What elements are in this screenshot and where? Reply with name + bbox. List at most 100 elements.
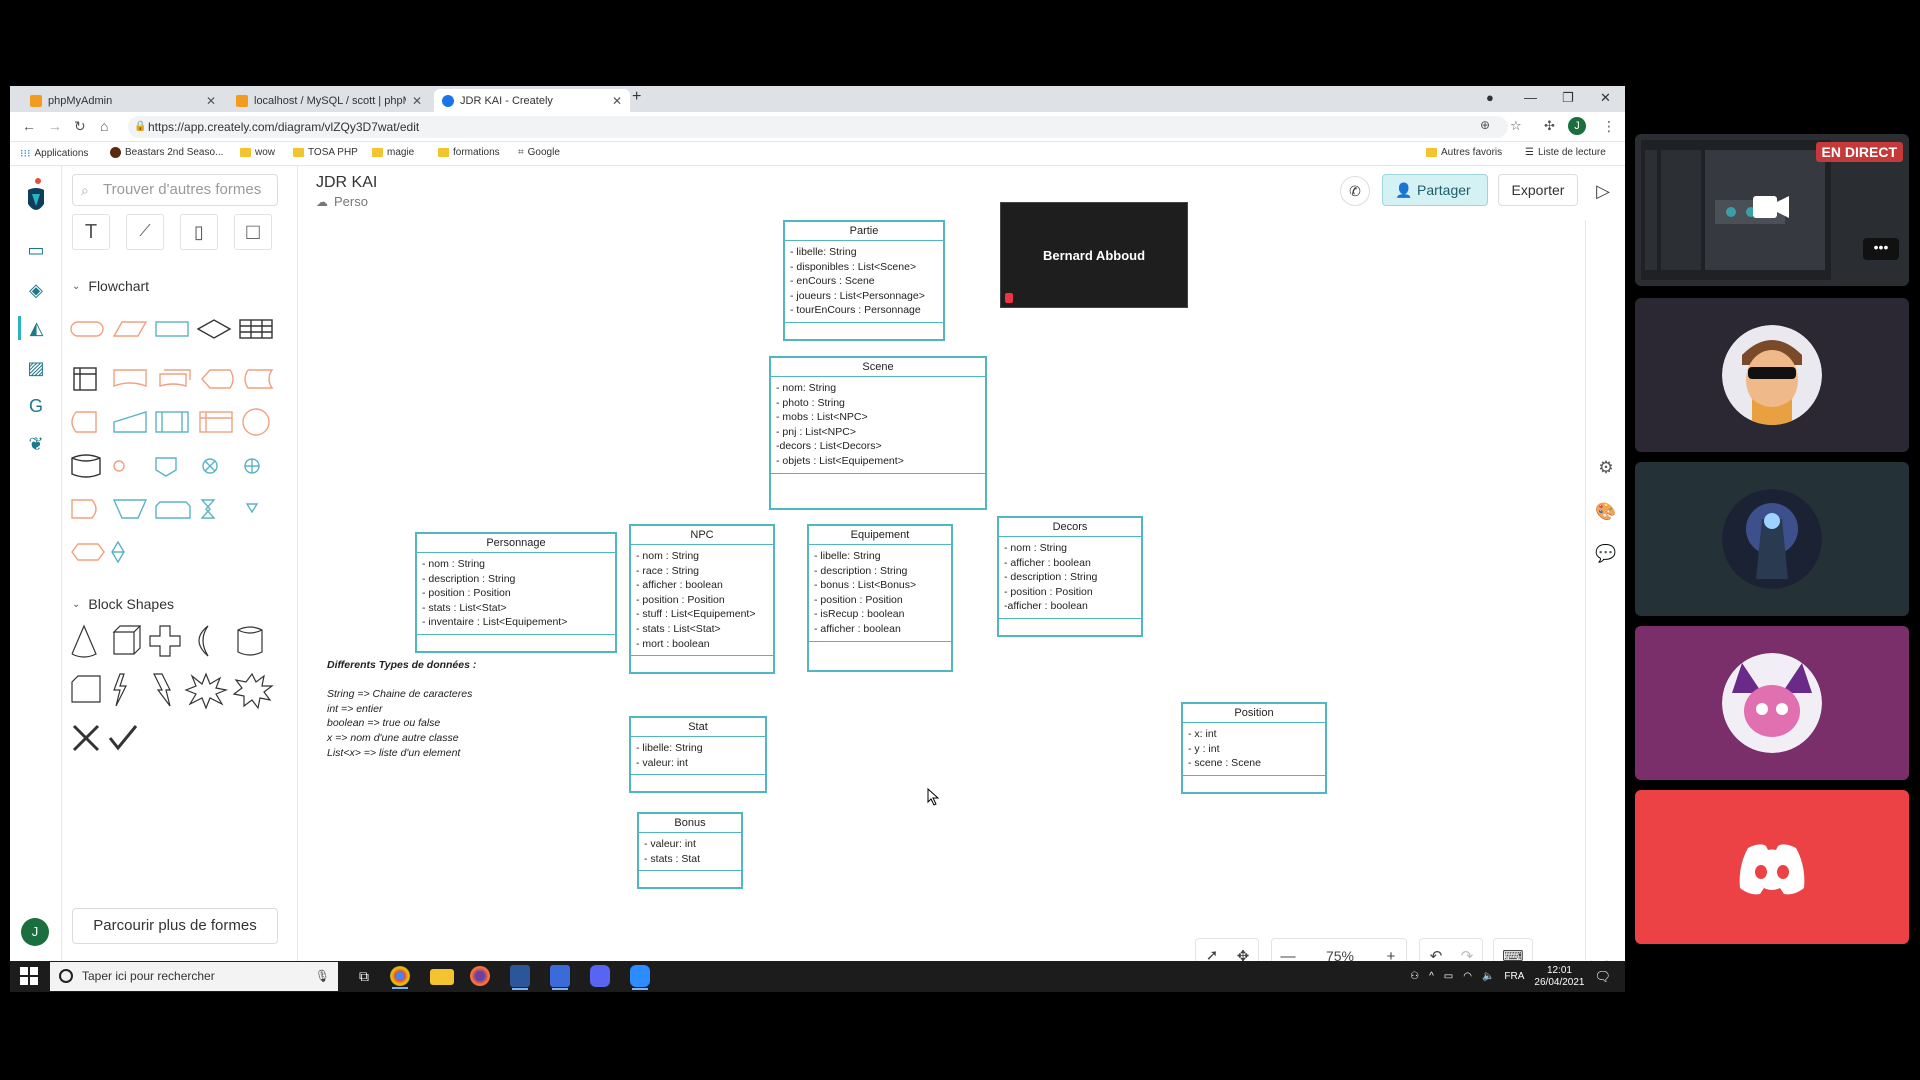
layers-icon[interactable]: ◈: [24, 278, 48, 302]
document-folder[interactable]: ☁ Perso: [316, 194, 368, 209]
word-app-icon[interactable]: [510, 965, 530, 990]
taskbar-search-input[interactable]: Taper ici pour rechercher 🎙: [50, 962, 338, 991]
menu-icon[interactable]: ⋮: [1602, 118, 1616, 135]
uml-class-position[interactable]: Position - x: int - y : int - scene : Sc…: [1181, 702, 1327, 794]
user-avatar[interactable]: J: [21, 918, 49, 946]
uml-class-scene[interactable]: Scene - nom: String - photo : String - m…: [769, 356, 987, 510]
home-icon[interactable]: ⌂: [100, 118, 108, 134]
language-indicator[interactable]: FRA: [1504, 971, 1524, 982]
uml-class-npc[interactable]: NPC - nom : String - race : String - aff…: [629, 524, 775, 675]
bookmark-wow[interactable]: wow: [240, 147, 275, 158]
uml-class-equipement[interactable]: Equipement - libelle: String - descripti…: [807, 524, 953, 672]
clock[interactable]: 12:01 26/04/2021: [1534, 965, 1584, 989]
note-tool-button[interactable]: ▯: [180, 214, 218, 250]
export-button[interactable]: Exporter: [1498, 174, 1578, 206]
document-title[interactable]: JDR KAI: [316, 174, 377, 192]
keyboard-shortcuts-icon[interactable]: ⌨: [1493, 938, 1533, 961]
maximize-icon[interactable]: ❐: [1562, 90, 1574, 106]
url-field[interactable]: 🔒 https://app.creately.com/diagram/vlZQy…: [128, 116, 1508, 138]
star-icon[interactable]: ☆: [1510, 118, 1522, 134]
integrations-icon[interactable]: G: [24, 394, 48, 418]
present-play-icon[interactable]: ▷: [1588, 176, 1618, 206]
participant-tile-4[interactable]: [1635, 790, 1909, 944]
zoom-out-icon[interactable]: —: [1272, 948, 1304, 962]
tab-creately[interactable]: JDR KAI - Creately ✕: [434, 89, 630, 112]
flowchart-shapes-grid[interactable]: [70, 306, 292, 586]
undo-icon[interactable]: ↶: [1420, 947, 1452, 961]
diagram-canvas[interactable]: Partie - libelle: String - disponibles :…: [299, 220, 1623, 962]
participant-tile-3[interactable]: [1635, 626, 1909, 780]
more-options-icon[interactable]: •••: [1863, 238, 1899, 260]
comments-icon[interactable]: 💬: [1594, 542, 1618, 566]
bookmark-applications[interactable]: ⁝⁝⁝ Applications: [20, 147, 88, 160]
share-button[interactable]: 👤 Partager: [1382, 174, 1488, 206]
templates-icon[interactable]: ❦: [24, 432, 48, 456]
microphone-icon[interactable]: 🎙: [315, 962, 330, 991]
call-button[interactable]: ✆: [1340, 176, 1370, 206]
uml-class-personnage[interactable]: Personnage - nom : String - description …: [415, 532, 617, 653]
reload-icon[interactable]: ↻: [74, 118, 86, 135]
battery-icon[interactable]: ▭: [1444, 971, 1453, 982]
uml-class-partie[interactable]: Partie - libelle: String - disponibles :…: [783, 220, 945, 341]
bookmark-liste-lecture[interactable]: ☰ Liste de lecture: [1525, 147, 1606, 158]
uml-class-bonus[interactable]: Bonus - valeur: int - stats : Stat: [637, 812, 743, 890]
forward-icon[interactable]: →: [48, 118, 62, 134]
flowchart-section-header[interactable]: ⌄ Flowchart: [72, 278, 149, 294]
extensions-icon[interactable]: ✣: [1544, 118, 1555, 134]
video-call-tile[interactable]: Bernard Abboud: [1000, 202, 1188, 308]
uml-class-decors[interactable]: Decors - nom : String - afficher : boole…: [997, 516, 1143, 637]
task-view-icon[interactable]: ⧉: [352, 965, 376, 987]
close-window-icon[interactable]: ✕: [1600, 90, 1611, 106]
firefox-app-icon[interactable]: [470, 966, 490, 986]
block-shapes-grid[interactable]: [70, 618, 292, 768]
zoom-app-icon[interactable]: [630, 965, 650, 990]
redo-icon[interactable]: ↷: [1452, 947, 1482, 961]
shape-search-input[interactable]: ⌕ Trouver d'autres formes: [72, 174, 278, 206]
bookmark-tosa-php[interactable]: TOSA PHP: [293, 147, 358, 158]
text-tool-button[interactable]: T: [72, 214, 110, 250]
folder-icon[interactable]: ▭: [24, 238, 48, 262]
rectangle-tool-button[interactable]: □: [234, 214, 272, 250]
close-tab-icon[interactable]: ✕: [412, 94, 422, 108]
zoom-icon[interactable]: ⊕: [1480, 118, 1490, 132]
zoom-in-icon[interactable]: +: [1376, 948, 1406, 962]
shape-settings-icon[interactable]: ⚙: [1594, 456, 1618, 480]
select-tool-icon[interactable]: ➚: [1196, 939, 1228, 961]
calculator-app-icon[interactable]: [550, 965, 570, 990]
file-explorer-app-icon[interactable]: [430, 969, 454, 985]
bookmark-beastars[interactable]: Beastars 2nd Seaso...: [110, 147, 223, 158]
tab-mysql[interactable]: localhost / MySQL / scott | phpM ✕: [228, 89, 430, 112]
new-tab-icon[interactable]: +: [632, 88, 641, 106]
close-tab-icon[interactable]: ✕: [612, 94, 622, 108]
close-tab-icon[interactable]: ✕: [206, 94, 216, 108]
record-icon[interactable]: ●: [1486, 90, 1494, 105]
windows-start-icon[interactable]: [20, 967, 38, 985]
bookmark-google[interactable]: ⌗ Google: [518, 147, 560, 158]
volume-icon[interactable]: 🔈: [1482, 971, 1494, 982]
browse-more-shapes-button[interactable]: Parcourir plus de formes: [72, 908, 278, 944]
data-types-legend[interactable]: Differents Types de données : String => …: [327, 658, 476, 760]
minimize-icon[interactable]: —: [1524, 90, 1537, 105]
bookmark-formations[interactable]: formations: [438, 147, 500, 158]
network-icon[interactable]: ◠: [1463, 971, 1472, 982]
profile-avatar[interactable]: J: [1568, 117, 1586, 135]
theme-palette-icon[interactable]: 🎨: [1594, 500, 1618, 524]
discord-app-icon[interactable]: [590, 965, 610, 987]
bookmark-autres-favoris[interactable]: Autres favoris: [1426, 147, 1502, 158]
zoom-level[interactable]: 75%: [1304, 948, 1376, 961]
shapes-icon[interactable]: ◭: [18, 316, 52, 340]
back-icon[interactable]: ←: [22, 118, 36, 134]
tab-phpmyadmin[interactable]: phpMyAdmin ✕: [22, 89, 224, 112]
camera-icon[interactable]: [1753, 194, 1789, 220]
image-icon[interactable]: ▨: [24, 356, 48, 380]
notifications-icon[interactable]: 🗨: [1594, 969, 1611, 985]
show-hidden-icons-icon[interactable]: ^: [1429, 971, 1434, 982]
bookmark-magie[interactable]: magie: [372, 147, 414, 158]
uml-class-stat[interactable]: Stat - libelle: String - valeur: int: [629, 716, 767, 794]
connector-tool-button[interactable]: ⟋: [126, 214, 164, 250]
block-shapes-section-header[interactable]: ⌄ Block Shapes: [72, 596, 174, 612]
live-stream-tile[interactable]: EN DIRECT •••: [1635, 134, 1909, 286]
pan-tool-icon[interactable]: ✥: [1228, 947, 1258, 961]
participant-tile-1[interactable]: [1635, 298, 1909, 452]
participant-tile-2[interactable]: [1635, 462, 1909, 616]
